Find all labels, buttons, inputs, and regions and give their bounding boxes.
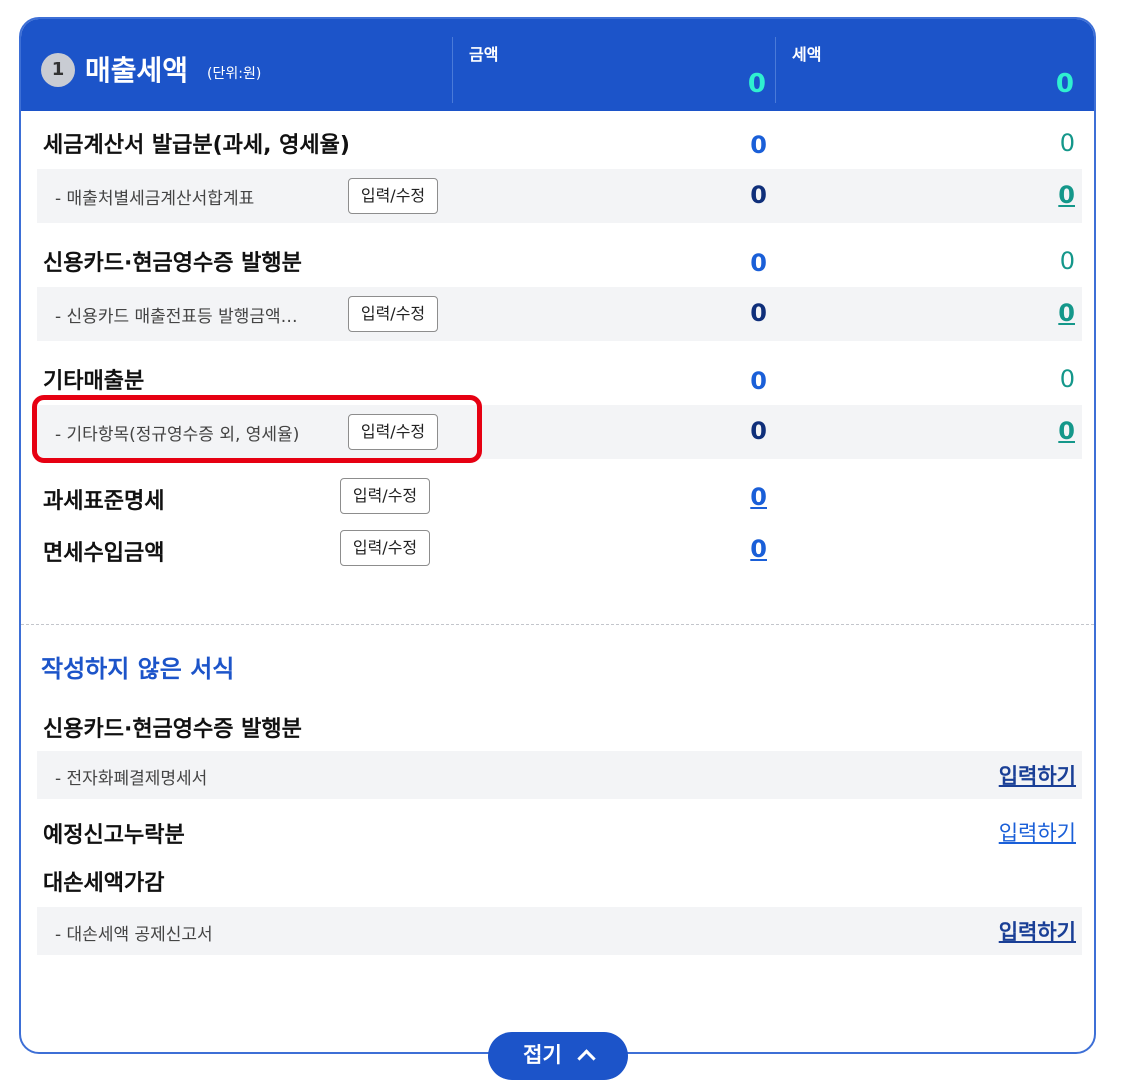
tax-column-label: 세액 bbox=[792, 45, 822, 64]
missed-preliminary-label: 예정신고누락분 bbox=[43, 823, 185, 848]
exempt-income-row: 면세수입금액 입력/수정 0 bbox=[37, 527, 1082, 571]
missed-preliminary-row: 예정신고누락분 입력하기 bbox=[37, 815, 1082, 855]
missed-preliminary-input-link[interactable]: 입력하기 bbox=[999, 817, 1076, 847]
header-divider bbox=[775, 37, 776, 103]
exempt-income-edit-button[interactable]: 입력/수정 bbox=[340, 530, 430, 566]
total-amount-value: 0 bbox=[747, 69, 766, 99]
bad-debt-report-label: - 대손세액 공제신고서 bbox=[55, 925, 213, 945]
other-sales-amount: 0 bbox=[750, 367, 767, 395]
tax-base-amount-link[interactable]: 0 bbox=[707, 483, 767, 511]
e-money-input-link[interactable]: 입력하기 bbox=[999, 760, 1076, 790]
tax-invoice-label: 세금계산서 발급분(과세, 영세율) bbox=[43, 133, 350, 158]
fold-button-label: 접기 bbox=[523, 1043, 562, 1067]
unwritten-card-cash-label: 신용카드·현금영수증 발행분 bbox=[43, 717, 302, 742]
exempt-income-amount-link[interactable]: 0 bbox=[707, 535, 767, 563]
header-divider bbox=[452, 37, 453, 103]
tax-invoice-sub-row: - 매출처별세금계산서합계표 입력/수정 0 0 bbox=[37, 169, 1082, 223]
card-cash-sub-label: - 신용카드 매출전표등 발행금액… bbox=[55, 307, 298, 327]
highlight-box bbox=[32, 395, 482, 463]
fold-button[interactable]: 접기 bbox=[488, 1032, 628, 1080]
tax-invoice-sub-tax-link[interactable]: 0 bbox=[1015, 181, 1075, 209]
card-cash-tax: 0 bbox=[1059, 247, 1075, 275]
bad-debt-sub-row: - 대손세액 공제신고서 입력하기 bbox=[37, 907, 1082, 955]
tax-invoice-sub-label: - 매출처별세금계산서합계표 bbox=[55, 189, 255, 209]
chevron-up-icon bbox=[577, 1049, 596, 1068]
tax-invoice-tax: 0 bbox=[1059, 129, 1075, 157]
exempt-income-label: 면세수입금액 bbox=[43, 541, 165, 566]
sales-tax-panel: 1 매출세액 (단위:원) 금액 0 세액 0 세금계산서 발급분(과세, 영세… bbox=[19, 17, 1096, 1054]
panel-title: 매출세액 bbox=[85, 54, 189, 87]
card-cash-sub-amount: 0 bbox=[750, 299, 767, 327]
other-sales-tax: 0 bbox=[1059, 365, 1075, 393]
tax-invoice-row: 세금계산서 발급분(과세, 영세율) 0 0 bbox=[37, 119, 1082, 163]
other-sales-sub-tax-link[interactable]: 0 bbox=[1015, 417, 1075, 445]
tax-invoice-amount: 0 bbox=[750, 131, 767, 159]
amount-column-label: 금액 bbox=[469, 45, 499, 64]
card-cash-row: 신용카드·현금영수증 발행분 0 0 bbox=[37, 237, 1082, 281]
unwritten-card-cash-row: 신용카드·현금영수증 발행분 bbox=[37, 709, 1082, 749]
panel-header: 1 매출세액 (단위:원) 금액 0 세액 0 bbox=[21, 19, 1094, 111]
unwritten-card-cash-sub-row: - 전자화폐결제명세서 입력하기 bbox=[37, 751, 1082, 799]
unit-label: (단위:원) bbox=[207, 66, 262, 82]
tax-base-edit-button[interactable]: 입력/수정 bbox=[340, 478, 430, 514]
other-sales-label: 기타매출분 bbox=[43, 369, 145, 394]
tax-base-row: 과세표준명세 입력/수정 0 bbox=[37, 475, 1082, 519]
bad-debt-label: 대손세액가감 bbox=[43, 871, 165, 896]
bad-debt-input-link[interactable]: 입력하기 bbox=[999, 916, 1076, 946]
tax-invoice-sub-amount: 0 bbox=[750, 181, 767, 209]
other-sales-sub-amount: 0 bbox=[750, 417, 767, 445]
bad-debt-row: 대손세액가감 bbox=[37, 863, 1082, 903]
tax-base-label: 과세표준명세 bbox=[43, 489, 165, 514]
card-cash-label: 신용카드·현금영수증 발행분 bbox=[43, 251, 302, 276]
e-money-statement-label: - 전자화폐결제명세서 bbox=[55, 769, 208, 789]
section-divider bbox=[21, 624, 1094, 625]
tax-invoice-edit-button[interactable]: 입력/수정 bbox=[348, 178, 438, 214]
total-tax-value: 0 bbox=[1055, 69, 1074, 99]
card-cash-amount: 0 bbox=[750, 249, 767, 277]
card-cash-edit-button[interactable]: 입력/수정 bbox=[348, 296, 438, 332]
unwritten-forms-title: 작성하지 않은 서식 bbox=[41, 655, 235, 683]
other-sales-row: 기타매출분 0 0 bbox=[37, 355, 1082, 399]
card-cash-sub-row: - 신용카드 매출전표등 발행금액… 입력/수정 0 0 bbox=[37, 287, 1082, 341]
card-cash-sub-tax-link[interactable]: 0 bbox=[1015, 299, 1075, 327]
section-number-badge: 1 bbox=[41, 53, 75, 87]
